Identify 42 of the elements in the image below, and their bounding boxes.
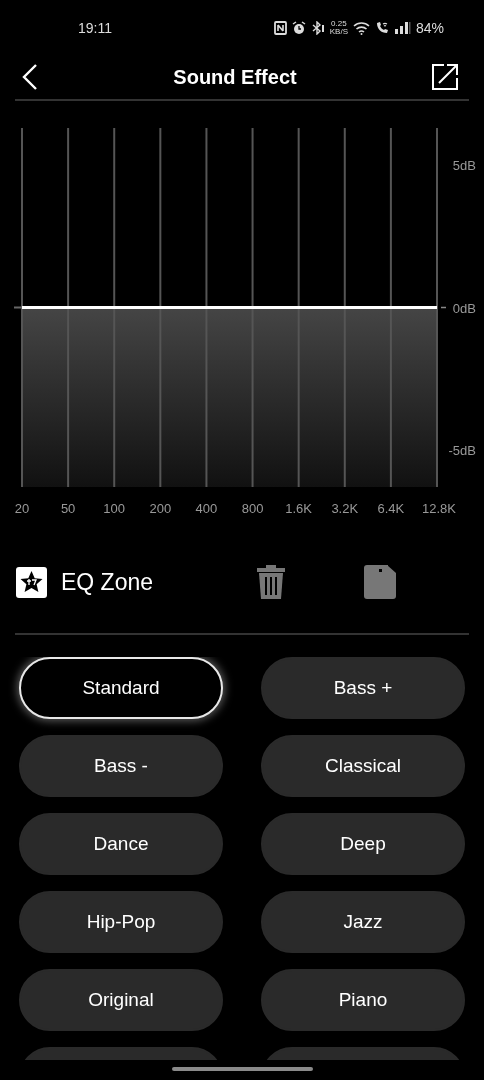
wifi-icon xyxy=(352,20,370,35)
axis-label: 3.2K xyxy=(331,501,359,516)
status-time: 19:11 xyxy=(78,20,112,35)
share-button[interactable] xyxy=(432,64,458,90)
axis-label: 20 xyxy=(14,501,30,516)
axis-label: 12.8K xyxy=(422,501,456,516)
network-speed-unit: KB/S xyxy=(329,27,348,36)
axis-label: 5dB xyxy=(452,158,476,174)
preset-button[interactable]: Bass + xyxy=(261,657,465,719)
tick-mark xyxy=(440,306,447,309)
axis-label: 800 xyxy=(241,501,264,516)
axis-label: 400 xyxy=(195,501,218,516)
alarm-icon xyxy=(291,20,306,35)
axis-label: 0dB xyxy=(452,300,476,316)
wifi-call-icon xyxy=(374,20,389,35)
save-button[interactable] xyxy=(364,565,396,599)
nfc-icon xyxy=(273,20,287,35)
preset-button[interactable]: Original xyxy=(19,969,223,1031)
axis-label: 100 xyxy=(103,501,126,516)
eq-zone-label: EQ Zone xyxy=(61,568,155,596)
preset-button[interactable]: Standard xyxy=(19,657,223,719)
preset-button[interactable]: Piano xyxy=(261,969,465,1031)
back-button[interactable] xyxy=(22,64,38,90)
signal-icon xyxy=(393,21,411,34)
preset-button[interactable]: Dance xyxy=(19,813,223,875)
battery-level: 84% xyxy=(415,20,444,35)
axis-label: 200 xyxy=(149,501,172,516)
preset-button[interactable]: Classical xyxy=(261,735,465,797)
axis-label: 50 xyxy=(60,501,76,516)
bluetooth-icon xyxy=(310,20,325,35)
preset-button[interactable]: Jazz xyxy=(261,891,465,953)
preset-button[interactable]: Hip-Pop xyxy=(19,891,223,953)
preset-button[interactable]: Deep xyxy=(261,813,465,875)
axis-label: 1.6K xyxy=(285,501,313,516)
tick-mark xyxy=(13,306,23,309)
axis-label: 6.4K xyxy=(377,501,405,516)
star-badge-icon xyxy=(16,566,47,598)
network-speed: 0.25 xyxy=(331,19,347,28)
axis-label: -5dB xyxy=(448,442,476,458)
delete-button[interactable] xyxy=(256,565,286,599)
page-title: Sound Effect xyxy=(173,65,297,89)
preset-button[interactable]: Bass - xyxy=(19,735,223,797)
